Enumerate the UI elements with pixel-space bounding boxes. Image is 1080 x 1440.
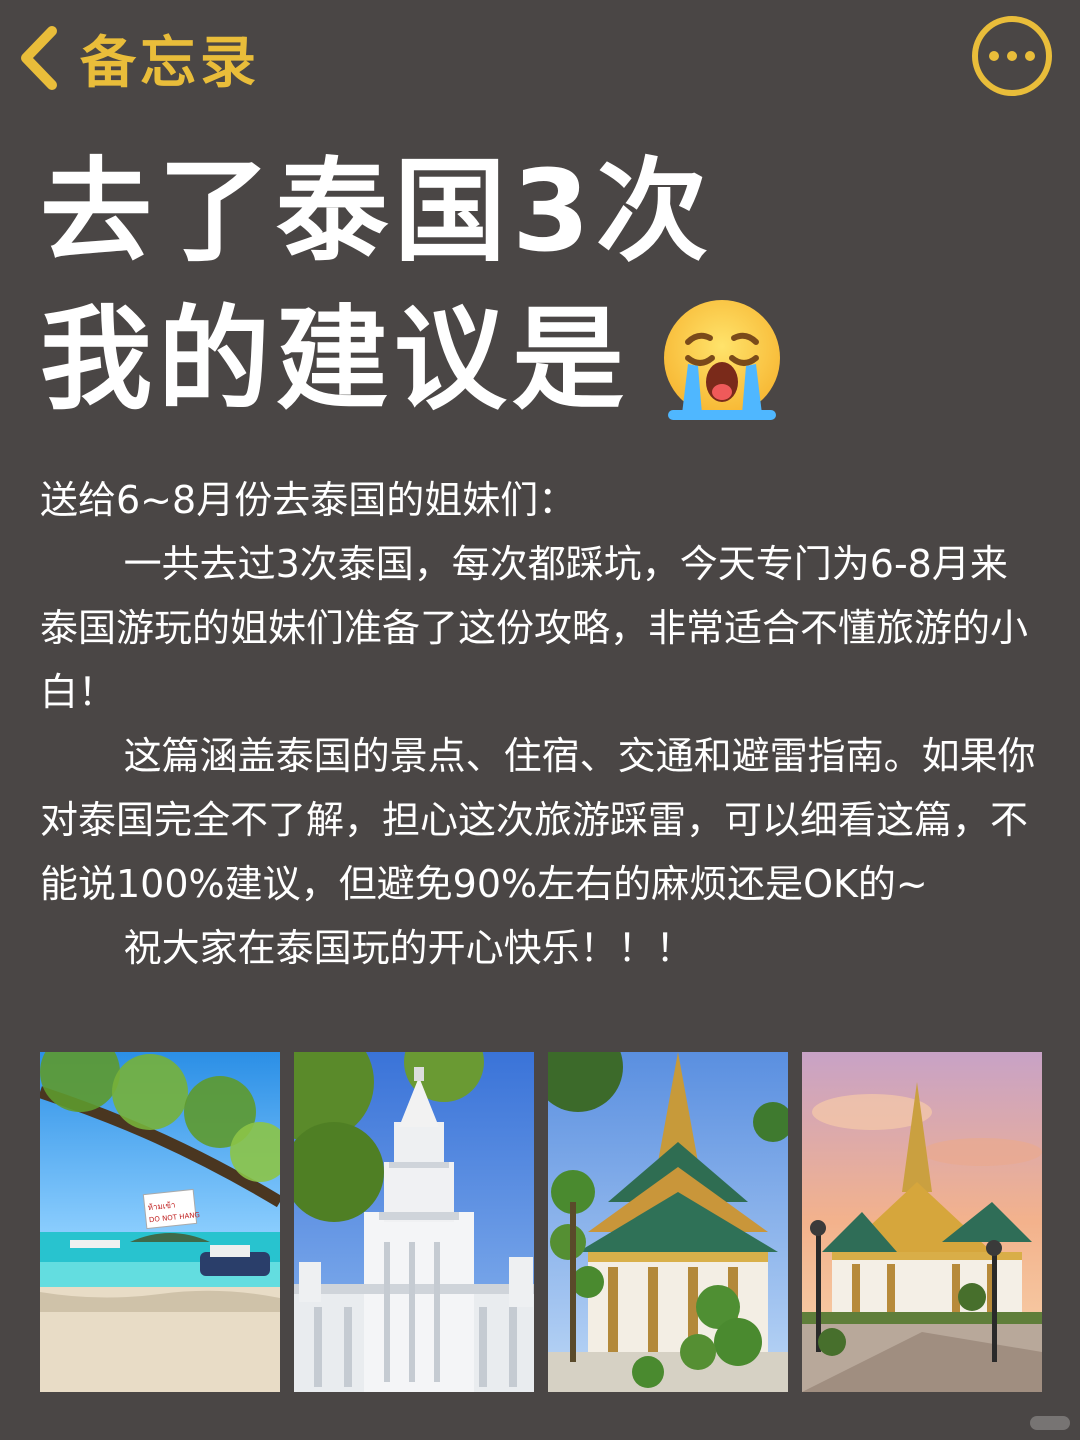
more-horizontal-icon — [989, 51, 999, 61]
page-title: 去了泰国3次 我的建议是 — [40, 138, 1040, 434]
nav-bar: 备忘录 — [0, 0, 1080, 120]
intro-line: 送给6~8月份去泰国的姐妹们： — [40, 478, 577, 522]
paragraph-2: 这篇涵盖泰国的景点、住宿、交通和避雷指南。如果你对泰国完全不了解，担心这次旅游踩… — [40, 734, 1036, 906]
title-line-2: 我的建议是 — [40, 286, 1040, 434]
chevron-left-icon — [21, 26, 57, 90]
photo-palace-sunset[interactable] — [802, 1052, 1042, 1392]
title-line-2-text: 我的建议是 — [40, 295, 630, 425]
more-options-button[interactable] — [972, 16, 1052, 96]
photo-beach[interactable]: ห้ามเข้า DO NOT HANG — [40, 1052, 280, 1392]
paragraph-3: 祝大家在泰国玩的开心快乐！！！ — [123, 926, 694, 970]
photo-white-tower[interactable] — [294, 1052, 534, 1392]
photo-grand-palace[interactable] — [548, 1052, 788, 1392]
back-button[interactable]: 备忘录 — [16, 18, 260, 98]
more-dot — [1025, 51, 1035, 61]
note-body: 送给6~8月份去泰国的姐妹们： 一共去过3次泰国，每次都踩坑，今天专门为6-8月… — [40, 468, 1040, 980]
paragraph-1: 一共去过3次泰国，每次都踩坑，今天专门为6-8月来泰国游玩的姐妹们准备了这份攻略… — [40, 542, 1029, 714]
watermark — [1030, 1416, 1070, 1430]
back-label: 备忘录 — [80, 30, 260, 96]
photo-row: ห้ามเข้า DO NOT HANG — [40, 1052, 1042, 1392]
title-line-1: 去了泰国3次 — [40, 147, 714, 277]
more-dot — [1007, 51, 1017, 61]
loudly-crying-face-icon — [664, 300, 780, 420]
